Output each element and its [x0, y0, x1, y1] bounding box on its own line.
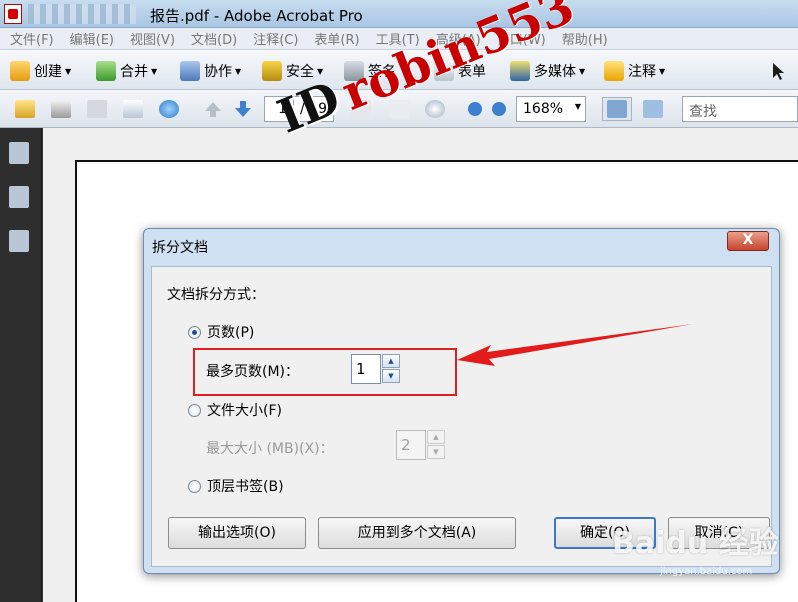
- create-label: 创建: [34, 64, 62, 80]
- max-size-input[interactable]: 2: [396, 430, 426, 460]
- previous-page-button[interactable]: [200, 97, 226, 121]
- zoom-in-button[interactable]: [486, 97, 512, 121]
- collaborate-label: 协作: [204, 64, 232, 80]
- combine-icon: [96, 61, 116, 81]
- multimedia-icon: [510, 61, 530, 81]
- bookmarks-icon[interactable]: [9, 186, 29, 208]
- create-icon: [10, 61, 30, 81]
- chevron-down-icon: ▼: [574, 102, 581, 111]
- printer-icon: [51, 100, 71, 118]
- radio-top-bookmarks-label: 顶层书签(B): [207, 479, 284, 495]
- max-size-stepper[interactable]: 2 ▲ ▼: [396, 430, 452, 460]
- zoom-select[interactable]: 168% ▼: [516, 96, 586, 122]
- magnifier-icon: [425, 100, 445, 118]
- save-button[interactable]: [84, 97, 110, 121]
- print-button[interactable]: [48, 97, 74, 121]
- stepper-up-icon[interactable]: ▲: [427, 430, 445, 444]
- combine-button[interactable]: 合并 ▼: [96, 59, 157, 83]
- dialog-title: 拆分文档: [152, 240, 208, 256]
- radio-file-size-label: 文件大小(F): [207, 403, 282, 419]
- save-disk-icon: [87, 100, 107, 118]
- radio-unselected-icon: [188, 403, 201, 417]
- globe-icon: [159, 100, 179, 118]
- create-button[interactable]: 创建 ▼: [10, 59, 71, 83]
- zoom-value: 168%: [523, 101, 564, 117]
- menu-edit[interactable]: 编辑(E): [70, 29, 114, 48]
- watermark-baidu-url: jingyan.baidu.com: [660, 566, 753, 577]
- stepper-down-icon[interactable]: ▼: [427, 445, 445, 459]
- split-method-label: 文档拆分方式：: [167, 287, 265, 303]
- menu-document[interactable]: 文档(D): [191, 29, 237, 48]
- fit-page-icon: [643, 100, 663, 118]
- window-title: 报告.pdf - Adobe Acrobat Pro: [150, 7, 363, 25]
- radio-file-size[interactable]: 文件大小(F): [188, 400, 282, 420]
- multimedia-label: 多媒体: [534, 64, 576, 80]
- cursor-arrow-icon: [773, 63, 784, 80]
- output-options-button[interactable]: 输出选项(O): [168, 517, 306, 549]
- close-icon: X: [742, 232, 754, 248]
- radio-page-count[interactable]: 页数(P): [188, 322, 254, 342]
- collaborate-icon: [180, 61, 200, 81]
- zoom-out-button[interactable]: [462, 97, 488, 121]
- apply-multiple-button[interactable]: 应用到多个文档(A): [318, 517, 516, 549]
- menu-view[interactable]: 视图(V): [130, 29, 175, 48]
- fit-width-icon: [607, 100, 627, 118]
- comment-label: 注释: [628, 64, 656, 80]
- web-button[interactable]: [156, 97, 182, 121]
- open-button[interactable]: [12, 97, 38, 121]
- radio-page-count-label: 页数(P): [207, 325, 255, 341]
- next-page-button[interactable]: [230, 97, 256, 121]
- menu-file[interactable]: 文件(F): [10, 29, 54, 48]
- lock-icon: [262, 61, 282, 81]
- comment-icon: [604, 61, 624, 81]
- fit-width-button[interactable]: [602, 97, 632, 121]
- arrow-up-icon: [205, 102, 221, 117]
- arrow-down-icon: [235, 101, 251, 117]
- pages-icon[interactable]: [9, 142, 29, 164]
- zoom-tool-button[interactable]: [422, 97, 448, 121]
- blurred-region: [28, 4, 136, 24]
- zoom-out-icon: [468, 102, 482, 116]
- highlight-box: [193, 348, 457, 396]
- email-button[interactable]: [120, 97, 146, 121]
- envelope-icon: [123, 100, 143, 118]
- max-size-label: 最大大小 (MB)(X)：: [206, 441, 334, 457]
- radio-selected-icon: [188, 325, 201, 339]
- select-tool-button[interactable]: [770, 59, 794, 83]
- fit-page-button[interactable]: [640, 97, 666, 121]
- watermark-baidu: Baidu 经验: [612, 526, 779, 561]
- title-bar: 报告.pdf - Adobe Acrobat Pro: [0, 0, 798, 28]
- menu-forms[interactable]: 表单(R): [314, 29, 359, 48]
- folder-icon: [15, 100, 35, 118]
- annotation-arrow: [457, 324, 693, 366]
- zoom-in-icon: [492, 102, 506, 116]
- combine-label: 合并: [120, 64, 148, 80]
- comment-button[interactable]: 注释 ▼: [604, 59, 665, 83]
- radio-top-bookmarks[interactable]: 顶层书签(B): [188, 476, 284, 496]
- navigation-pane: [0, 128, 42, 602]
- search-input[interactable]: 查找: [682, 96, 798, 122]
- collaborate-button[interactable]: 协作 ▼: [180, 59, 241, 83]
- signatures-icon[interactable]: [9, 230, 29, 252]
- menu-comments[interactable]: 注释(C): [253, 29, 298, 48]
- multimedia-button[interactable]: 多媒体 ▼: [510, 59, 585, 83]
- close-button[interactable]: X: [727, 231, 769, 251]
- acrobat-app-icon: [4, 4, 22, 24]
- radio-unselected-icon: [188, 479, 201, 493]
